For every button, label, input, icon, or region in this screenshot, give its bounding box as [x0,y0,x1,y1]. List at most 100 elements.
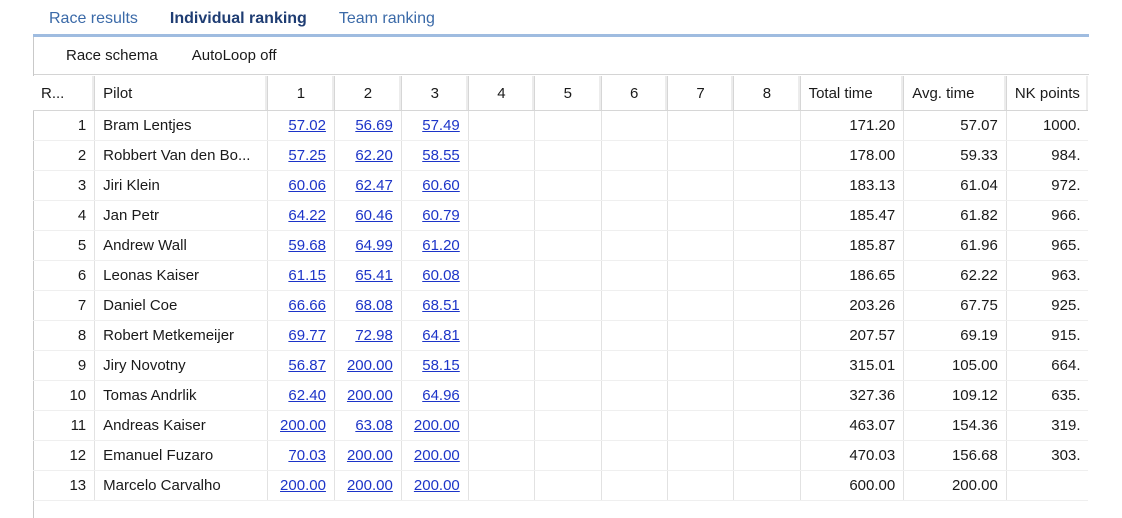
lap-time-link[interactable]: 58.55 [422,147,460,164]
lap-cell-empty [468,350,536,381]
lap-cell-empty [534,320,602,351]
lap-time-link[interactable]: 200.00 [347,387,393,404]
lap-time-link[interactable]: 69.77 [288,327,326,344]
column-header-lap-4[interactable]: 4 [468,76,536,111]
lap-time-link[interactable]: 68.08 [355,297,393,314]
lap-cell: 70.03 [267,440,335,471]
lap-time-link[interactable]: 64.22 [288,207,326,224]
lap-cell: 200.00 [334,350,402,381]
lap-cell: 200.00 [267,470,335,501]
lap-time-link[interactable]: 200.00 [414,447,460,464]
lap-cell-empty [468,110,536,141]
lap-time-link[interactable]: 64.96 [422,387,460,404]
lap-time-link[interactable]: 57.25 [288,147,326,164]
lap-time-link[interactable]: 72.98 [355,327,393,344]
lap-time-link[interactable]: 62.47 [355,177,393,194]
nk-points-cell: 303. [1006,440,1089,471]
table-row[interactable]: 13 Marcelo Carvalho 200.00 200.00 200.00 600.… [33,470,1089,501]
lap-time-link[interactable]: 200.00 [280,477,326,494]
column-header-avg-time[interactable]: Avg. time [903,76,1007,111]
table-row[interactable]: 10 Tomas Andrlik 62.40 200.00 64.96 327.36 109… [33,380,1089,411]
table-row[interactable]: 8 Robert Metkemeijer 69.77 72.98 64.81 207.57… [33,320,1089,351]
lap-time-link[interactable]: 60.60 [422,177,460,194]
column-header-lap-6[interactable]: 6 [601,76,668,111]
lap-time-link[interactable]: 56.87 [288,357,326,374]
lap-time-link[interactable]: 60.06 [288,177,326,194]
lap-time-link[interactable]: 58.15 [422,357,460,374]
race-schema-button[interactable]: Race schema [66,47,158,64]
table-row[interactable]: 9 Jiry Novotny 56.87 200.00 58.15 315.01 105.0… [33,350,1089,381]
lap-cell-empty [601,230,668,261]
lap-time-link[interactable]: 63.08 [355,417,393,434]
tab-individual-ranking[interactable]: Individual ranking [154,10,323,34]
lap-time-link[interactable]: 57.02 [288,117,326,134]
lap-cell: 60.60 [401,170,469,201]
tab-race-results[interactable]: Race results [33,10,154,34]
table-row[interactable]: 7 Daniel Coe 66.66 68.08 68.51 203.26 67.75 925… [33,290,1089,321]
table-row[interactable]: 11 Andreas Kaiser 200.00 63.08 200.00 463.07 1… [33,410,1089,441]
tab-team-ranking[interactable]: Team ranking [323,10,451,34]
column-header-total-time[interactable]: Total time [800,76,905,111]
rank-cell: 10 [33,380,96,411]
lap-time-link[interactable]: 64.81 [422,327,460,344]
lap-time-link[interactable]: 62.20 [355,147,393,164]
table-row[interactable]: 4 Jan Petr 64.22 60.46 60.79 185.47 61.82 966. [33,200,1089,231]
rank-cell: 8 [33,320,96,351]
lap-time-link[interactable]: 64.99 [355,237,393,254]
lap-time-link[interactable]: 65.41 [355,267,393,284]
lap-time-link[interactable]: 66.66 [288,297,326,314]
lap-time-link[interactable]: 62.40 [288,387,326,404]
autoloop-toggle-button[interactable]: AutoLoop off [192,47,277,64]
column-header-lap-8[interactable]: 8 [733,76,801,111]
avg-time-cell: 69.19 [903,320,1007,351]
table-body: 1 Bram Lentjes 57.02 56.69 57.49 171.20 57.07 1… [33,110,1089,501]
lap-time-link[interactable]: 61.20 [422,237,460,254]
table-row[interactable]: 12 Emanuel Fuzaro 70.03 200.00 200.00 470.03 1… [33,440,1089,471]
lap-time-link[interactable]: 200.00 [414,417,460,434]
column-header-lap-7[interactable]: 7 [667,76,735,111]
table-row[interactable]: 5 Andrew Wall 59.68 64.99 61.20 185.87 61.96 96… [33,230,1089,261]
lap-cell: 68.51 [401,290,469,321]
avg-time-cell: 62.22 [903,260,1007,291]
column-header-nk-points[interactable]: NK points [1006,76,1089,111]
lap-time-link[interactable]: 68.51 [422,297,460,314]
lap-time-link[interactable]: 200.00 [280,417,326,434]
lap-cell-empty [733,320,801,351]
lap-time-link[interactable]: 60.46 [355,207,393,224]
lap-time-link[interactable]: 60.79 [422,207,460,224]
lap-cell-empty [534,380,602,411]
lap-time-link[interactable]: 59.68 [288,237,326,254]
column-header-lap-2[interactable]: 2 [334,76,402,111]
lap-cell-empty [534,200,602,231]
table-row[interactable]: 1 Bram Lentjes 57.02 56.69 57.49 171.20 57.07 1… [33,110,1089,141]
lap-time-link[interactable]: 200.00 [347,357,393,374]
lap-cell: 65.41 [334,260,402,291]
pilot-cell: Daniel Coe [94,290,269,321]
lap-cell-empty [733,290,801,321]
ranking-table: R... Pilot 1 2 3 4 5 6 7 8 Total time Av… [33,76,1089,501]
column-header-lap-5[interactable]: 5 [534,76,602,111]
lap-cell-empty [601,260,668,291]
table-row[interactable]: 3 Jiri Klein 60.06 62.47 60.60 183.13 61.04 972… [33,170,1089,201]
table-row[interactable]: 6 Leonas Kaiser 61.15 65.41 60.08 186.65 62.22… [33,260,1089,291]
lap-time-link[interactable]: 200.00 [347,447,393,464]
lap-cell-empty [468,410,536,441]
lap-time-link[interactable]: 70.03 [288,447,326,464]
lap-time-link[interactable]: 60.08 [422,267,460,284]
column-header-rank[interactable]: R... [33,76,96,111]
lap-cell: 66.66 [267,290,335,321]
lap-time-link[interactable]: 61.15 [288,267,326,284]
nk-points-cell: 925. [1006,290,1089,321]
lap-cell: 69.77 [267,320,335,351]
column-header-lap-3[interactable]: 3 [401,76,469,111]
column-header-lap-1[interactable]: 1 [267,76,335,111]
lap-time-link[interactable]: 57.49 [422,117,460,134]
lap-time-link[interactable]: 200.00 [414,477,460,494]
lap-time-link[interactable]: 200.00 [347,477,393,494]
avg-time-cell: 156.68 [903,440,1007,471]
lap-cell-empty [733,350,801,381]
lap-time-link[interactable]: 56.69 [355,117,393,134]
column-header-pilot[interactable]: Pilot [94,76,269,111]
table-row[interactable]: 2 Robbert Van den Bo... 57.25 62.20 58.55 178… [33,140,1089,171]
lap-cell: 68.08 [334,290,402,321]
